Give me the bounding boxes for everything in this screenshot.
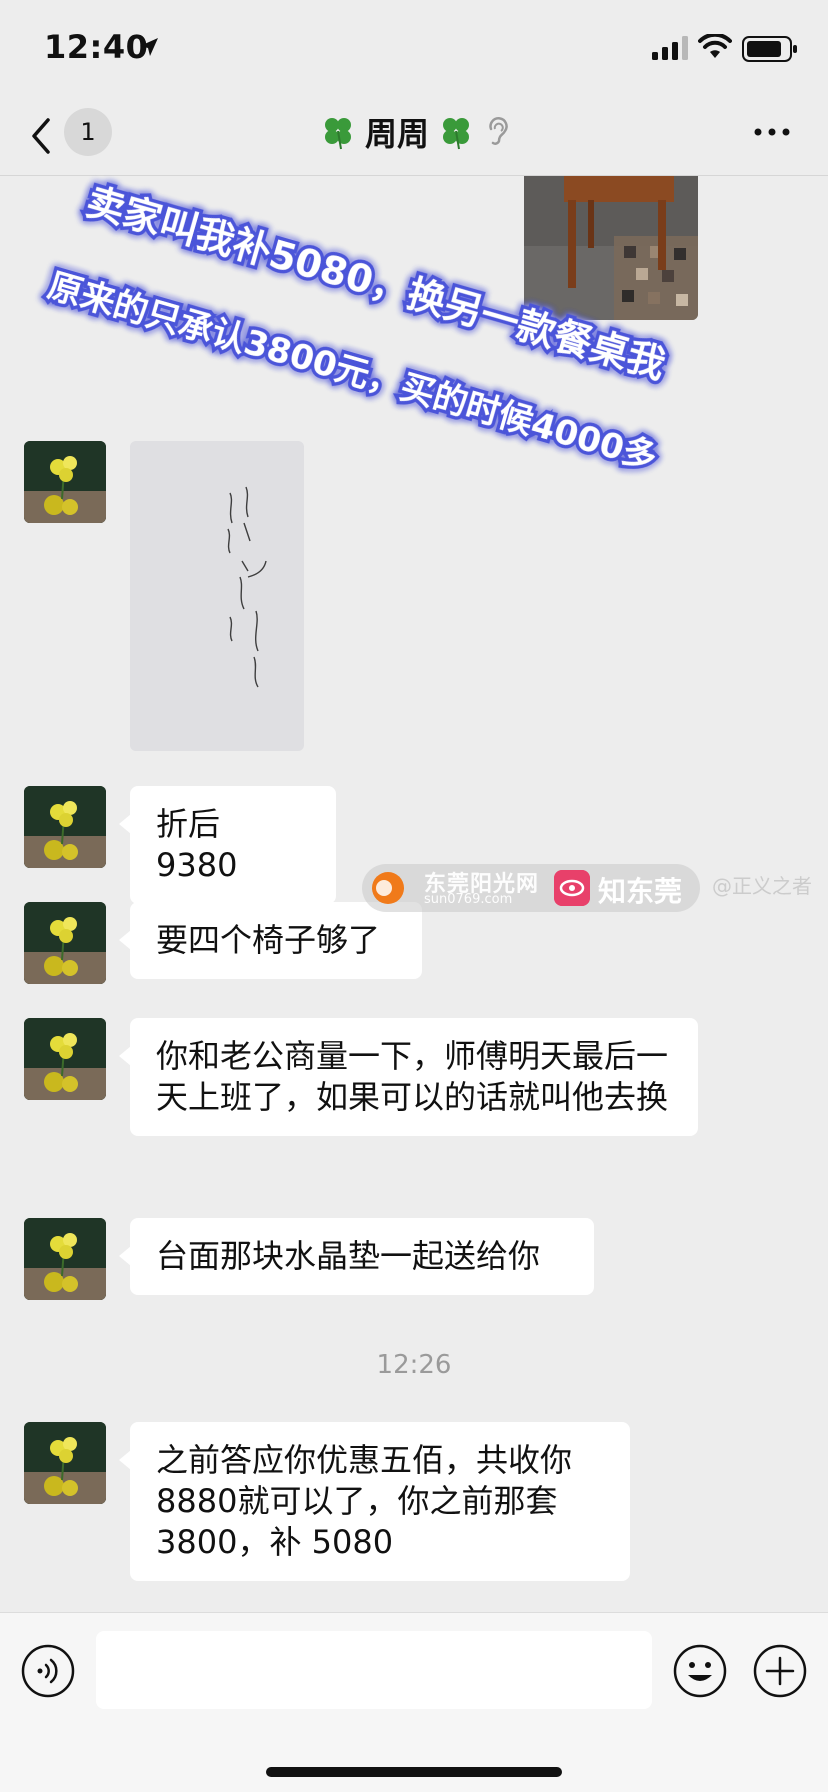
- location-arrow-icon: [140, 38, 158, 56]
- handwritten-receipt-photo[interactable]: [130, 441, 304, 751]
- four-leaf-clover-icon: [324, 118, 351, 150]
- chat-header: 1 周周: [0, 100, 828, 176]
- message-bubble[interactable]: 台面那块水晶垫一起送给你: [119, 1218, 594, 1295]
- avatar[interactable]: [24, 1018, 106, 1100]
- sun-logo-icon: [372, 872, 404, 904]
- home-indicator: [266, 1767, 562, 1777]
- watermark-zhi-name: 知东莞: [598, 875, 683, 908]
- avatar[interactable]: [24, 786, 106, 868]
- ellipsis-icon[interactable]: [752, 122, 792, 142]
- watermark-badge: 东莞阳光网 sun0769.com 知东莞: [362, 864, 700, 912]
- avatar[interactable]: [24, 441, 106, 523]
- eye-logo-icon: [554, 870, 590, 906]
- battery-icon: [742, 36, 797, 62]
- cellular-signal-icon: [652, 36, 688, 60]
- avatar[interactable]: [24, 902, 106, 984]
- chair-photo-message[interactable]: [524, 176, 698, 320]
- plus-icon[interactable]: [752, 1643, 808, 1699]
- voice-icon[interactable]: [20, 1643, 76, 1699]
- message-bubble[interactable]: 折后 9380: [119, 786, 336, 904]
- ear-icon: [489, 117, 508, 145]
- emoji-icon[interactable]: [672, 1643, 728, 1699]
- input-bar: [0, 1612, 828, 1792]
- status-time: 12:40: [44, 28, 149, 66]
- wifi-icon: [698, 34, 732, 58]
- status-bar: 12:40: [0, 0, 828, 100]
- avatar[interactable]: [24, 1422, 106, 1504]
- message-bubble[interactable]: 要四个椅子够了: [119, 902, 422, 979]
- chat-title: 周周: [364, 115, 429, 153]
- chat-title-group[interactable]: 周周: [0, 108, 828, 156]
- timestamp-separator: 12:26: [376, 1350, 452, 1380]
- message-bubble[interactable]: 你和老公商量一下，师傅明天最后一天上班了，如果可以的话就叫他去换: [119, 1018, 698, 1136]
- watermark-sun-url: sun0769.com: [424, 892, 513, 907]
- four-leaf-clover-icon: [443, 118, 469, 150]
- message-bubble[interactable]: 之前答应你优惠五佰，共收你 8880就可以了，你之前那套3800，补 5080: [119, 1422, 630, 1581]
- watermark-tag: @正义之者: [712, 874, 812, 898]
- avatar[interactable]: [24, 1218, 106, 1300]
- message-input[interactable]: [96, 1631, 652, 1709]
